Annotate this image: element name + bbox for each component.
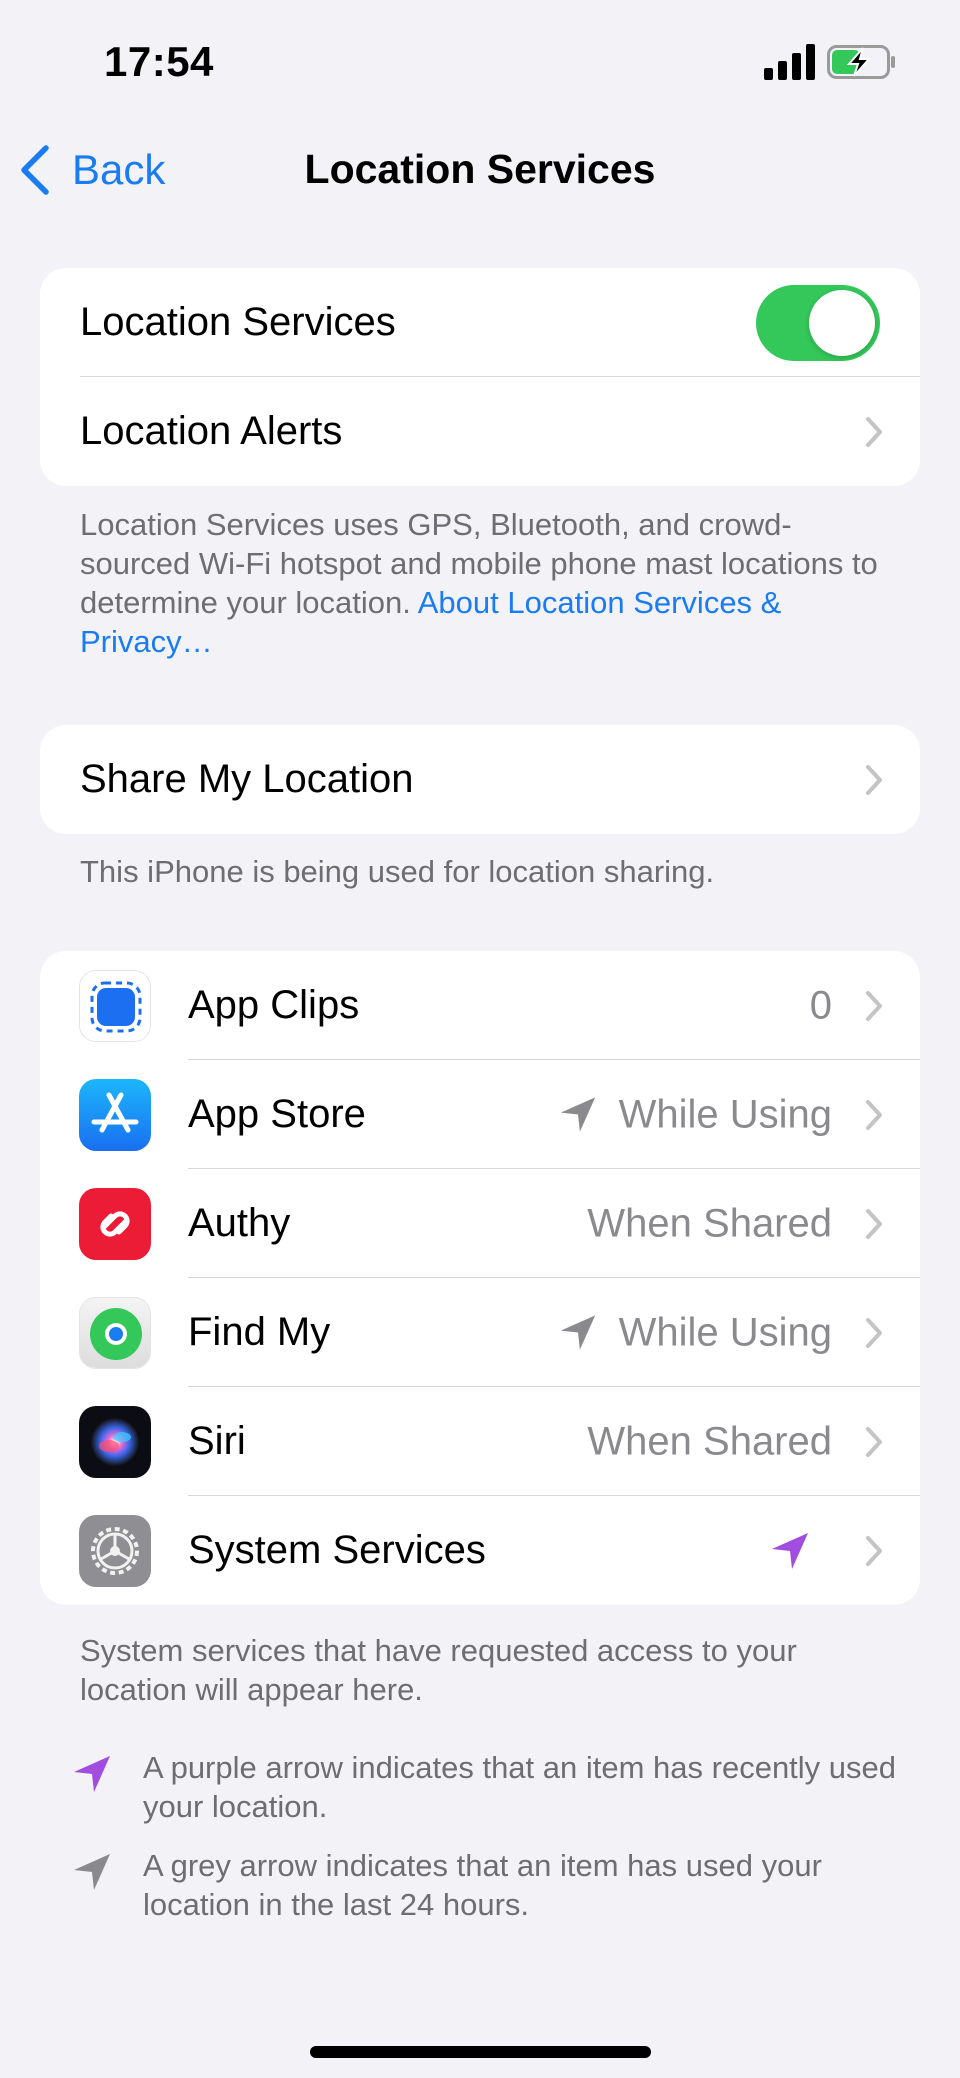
location-services-description: Location Services uses GPS, Bluetooth, a… [80,505,880,661]
app-name: System Services [188,1528,486,1572]
permission-value: 0 [810,983,832,1028]
status-time: 17:54 [104,38,214,85]
legend-grey-text: A grey arrow indicates that an item has … [143,1848,822,1922]
app-row-app-clips[interactable]: App Clips 0 [40,951,920,1060]
app-store-icon [79,1078,151,1151]
app-row-system-services[interactable]: System Services [40,1496,920,1605]
chevron-right-icon [866,416,882,447]
chevron-right-icon [866,1426,882,1457]
app-row-app-store[interactable]: App Store While Using [40,1060,920,1169]
chevron-right-icon [866,1208,882,1239]
location-services-row: Location Services [40,268,920,377]
permission-value: When Shared [587,1201,832,1246]
value-text: When Shared [587,1201,832,1245]
value-text: When Shared [587,1419,832,1463]
status-bar: 17:54 [0,0,960,120]
location-arrow-grey-icon [74,1854,110,1890]
app-name: Siri [188,1419,246,1463]
app-row-siri[interactable]: Siri When Shared [40,1387,920,1496]
navigation-bar: Back Location Services [0,130,960,210]
share-my-location-label: Share My Location [80,757,414,801]
apps-group: App Clips 0 App Store While Using Authy [40,951,920,1605]
value-text: While Using [618,1310,832,1354]
location-alerts-row[interactable]: Location Alerts [40,377,920,486]
permission-value: While Using [557,1310,832,1355]
value-text: 0 [809,983,832,1027]
app-name: App Clips [188,983,360,1027]
legend-purple-text: A purple arrow indicates that an item ha… [143,1750,897,1824]
find-my-icon [79,1296,151,1369]
page-title: Location Services [304,146,656,192]
location-arrow-grey-icon [560,1315,595,1350]
chevron-right-icon [866,990,882,1021]
home-indicator[interactable] [310,2046,651,2058]
chevron-right-icon [866,764,882,795]
share-location-group: Share My Location [40,725,920,834]
cellular-signal-icon [764,44,815,80]
share-location-note: This iPhone is being used for location s… [80,854,715,889]
location-arrow-purple-icon [74,1756,110,1792]
value-text: While Using [618,1092,832,1136]
battery-charging-icon [827,45,895,79]
location-services-label: Location Services [80,300,396,344]
app-clips-icon [79,969,151,1042]
toggle-knob [809,289,875,356]
chevron-right-icon [866,1099,882,1130]
app-name: Find My [188,1310,331,1354]
location-arrow-purple-icon [772,1532,808,1569]
authy-icon [79,1187,151,1260]
chevron-right-icon [866,1535,882,1566]
share-my-location-row[interactable]: Share My Location [40,725,920,834]
location-alerts-label: Location Alerts [80,409,343,453]
chevron-right-icon [866,1317,882,1348]
app-row-find-my[interactable]: Find My While Using [40,1278,920,1387]
app-name: App Store [188,1092,366,1136]
location-arrow-grey-icon [560,1097,595,1132]
system-services-note: System services that have requested acce… [80,1633,797,1707]
settings-gear-icon [79,1514,151,1587]
app-name: Authy [188,1201,291,1245]
location-services-toggle[interactable] [756,284,880,361]
app-row-authy[interactable]: Authy When Shared [40,1169,920,1278]
siri-icon [79,1405,151,1478]
location-services-group: Location Services Location Alerts [40,268,920,486]
permission-value: When Shared [587,1419,832,1464]
permission-value: While Using [557,1092,832,1137]
